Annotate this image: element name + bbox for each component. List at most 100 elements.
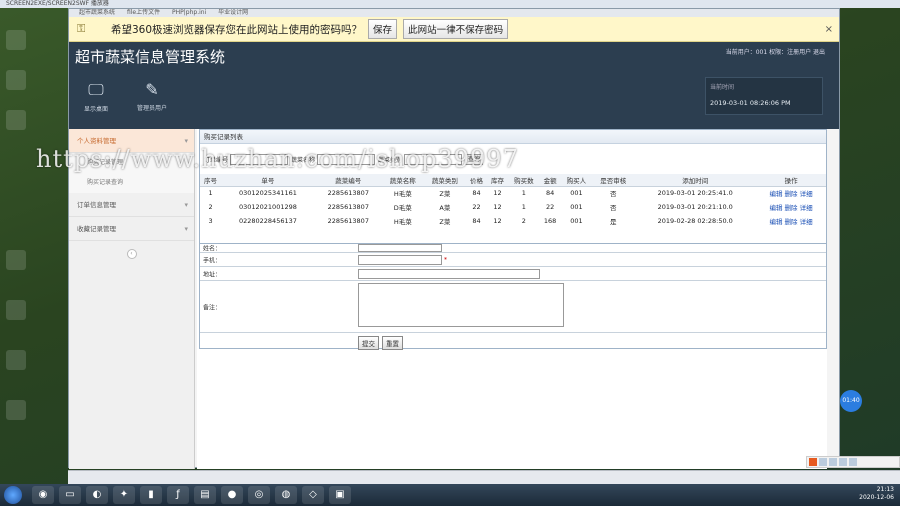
buyer-form: 姓名： 手机： * 地址： 备注： 提交 重置 [199,243,827,350]
desktop-icon[interactable] [6,70,26,90]
save-password-button[interactable]: 保存 [368,19,398,39]
pen-icon: ✎ [145,80,159,99]
cell-time: 2019-02-28 02:28:50.0 [657,217,733,225]
browser-icon[interactable]: ◐ [86,486,108,504]
nav-admin-user[interactable]: ✎ 管理员用户 [127,80,177,112]
time-value: 2019-03-01 08:26:06 PM [710,99,791,107]
column-header: 购买数 [508,174,540,187]
cell-buyer: 001 [570,189,583,198]
sidebar-item-label: 订单信息管理 [77,201,116,209]
flash-icon[interactable]: ƒ [167,486,189,504]
browser-tab-bar: 超市蔬菜系统 file上传文件 PHP|php.ini 毕业设计网 [69,9,839,17]
column-header: 操作 [756,174,826,187]
cell-audited: 是 [610,218,617,226]
folder-icon[interactable]: ▤ [194,486,216,504]
phone-input[interactable] [358,255,442,265]
form-row-note: 备注： [200,281,826,333]
cell-buyer: 001 [570,203,583,211]
chart-icon[interactable]: ▮ [140,486,162,504]
column-header: 库存 [486,174,509,187]
name-input[interactable] [358,244,442,252]
sidebar-item-purchase-manage[interactable]: 购买记录管理 [69,153,194,173]
column-header: 金额 [539,174,561,187]
never-save-password-button[interactable]: 此网站一律不保存密码 [403,19,509,39]
ime-toolbar [806,456,900,468]
wechat-icon[interactable]: ◎ [248,486,270,504]
sidebar-item-label: 收藏记录管理 [77,225,116,233]
start-button[interactable] [4,486,22,504]
purchase-table: 序号 单号 蔬菜编号 蔬菜名称 蔬菜类别 价格 库存 购买数 金额 购买人 是否… [200,174,826,228]
clock-time: 21:13 [876,486,894,493]
current-time-box: 当前时间 2019-03-01 08:26:06 PM [705,77,823,115]
password-prompt-message: 希望360极速浏览器保存您在此网站上使用的密码吗？ [111,23,363,36]
vegetable-name-input[interactable] [317,153,376,165]
ime-icon[interactable] [829,458,837,466]
cell-name: D毛菜 [393,204,412,212]
ime-icon[interactable] [849,458,857,466]
shield-icon[interactable]: ◇ [302,486,324,504]
sidebar-group-orders[interactable]: 订单信息管理 ▾ [69,193,194,217]
chrome-icon[interactable]: ◉ [32,486,54,504]
search-label-order: 订单编号 [204,156,229,164]
cell-stock: 12 [493,189,502,198]
clock-date: 2020-12-06 [859,494,894,501]
qq-icon[interactable]: ● [221,486,243,504]
desktop-icon[interactable] [6,250,26,270]
nav-label: 显示桌面 [83,106,108,113]
desktop-icon[interactable] [6,400,26,420]
sidebar-item-purchase-query[interactable]: 购买记录查询 [69,173,194,193]
sidebar-item-label: 个人资料管理 [77,137,116,145]
note-textarea[interactable] [358,283,564,327]
column-header: 是否审核 [592,174,635,187]
sidebar-collapse-button[interactable]: ‹ [126,249,137,259]
cell-no: 2 [208,203,213,211]
cell-qty: 1 [521,189,526,198]
desktop-icon[interactable] [6,350,26,370]
sidebar-group-favorites[interactable]: 收藏记录管理 ▾ [69,217,194,241]
cell-amount: 168 [543,217,557,225]
sidebar-group-profile[interactable]: 个人资料管理 ▾ [69,129,194,153]
cell-price: 22 [472,203,481,211]
browser-tab[interactable]: 超市蔬菜系统 [79,9,115,16]
row-actions[interactable]: 编辑 删除 详细 [756,186,826,200]
row-actions[interactable]: 编辑 删除 详细 [756,200,826,214]
cell-amount: 84 [545,189,555,198]
ime-icon[interactable] [819,458,827,466]
ime-icon[interactable] [839,458,847,466]
browser-tab[interactable]: 毕业设计网 [218,9,248,16]
sogou-icon[interactable] [809,458,817,466]
floating-timer-bubble[interactable]: 01:40 [840,390,862,412]
desktop-icon[interactable] [6,300,26,320]
cell-category: Z菜 [439,190,451,199]
main-content: 购买记录列表 订单编号 蔬菜名称 蔬菜类别 查询 序号 单号 蔬菜编号 蔬菜名称 [197,129,827,469]
name-label: 姓名： [203,245,222,253]
vegetable-category-input[interactable] [404,153,463,165]
address-input[interactable] [358,269,540,279]
nav-label: 管理员用户 [136,105,167,112]
cell-price: 84 [472,189,481,198]
desktop-icon[interactable] [6,110,26,130]
app-icon[interactable]: ▣ [329,486,351,504]
search-label-name: 蔬菜名称 [291,156,316,164]
chevron-down-icon: ▾ [184,201,188,209]
table-header-row: 序号 单号 蔬菜编号 蔬菜名称 蔬菜类别 价格 库存 购买数 金额 购买人 是否… [200,174,826,187]
browser-tab[interactable]: PHP|php.ini [172,9,206,16]
submit-button[interactable]: 提交 [358,336,379,350]
tool-icon[interactable]: ✦ [113,486,135,504]
media-icon[interactable]: ◍ [275,486,297,504]
cell-category: Z菜 [439,218,451,226]
address-label: 地址： [203,271,222,278]
user-info[interactable]: 当前用户：001 权限：注册用户 退出 [726,47,825,56]
nav-show-desktop[interactable]: 🖵 显示桌面 [71,80,121,113]
row-actions[interactable]: 编辑 删除 详细 [756,214,826,228]
phone-label: 手机： [203,257,222,264]
system-clock[interactable]: 21:13 2020-12-06 [859,486,894,502]
cell-category: A菜 [439,204,451,212]
desktop-icon[interactable] [6,30,26,50]
window-icon[interactable]: ▭ [59,486,81,504]
browser-tab[interactable]: file上传文件 [127,9,160,16]
search-button[interactable]: 查询 [465,153,484,165]
reset-button[interactable]: 重置 [382,336,403,350]
close-icon[interactable]: × [825,24,833,35]
order-number-input[interactable] [230,153,289,165]
